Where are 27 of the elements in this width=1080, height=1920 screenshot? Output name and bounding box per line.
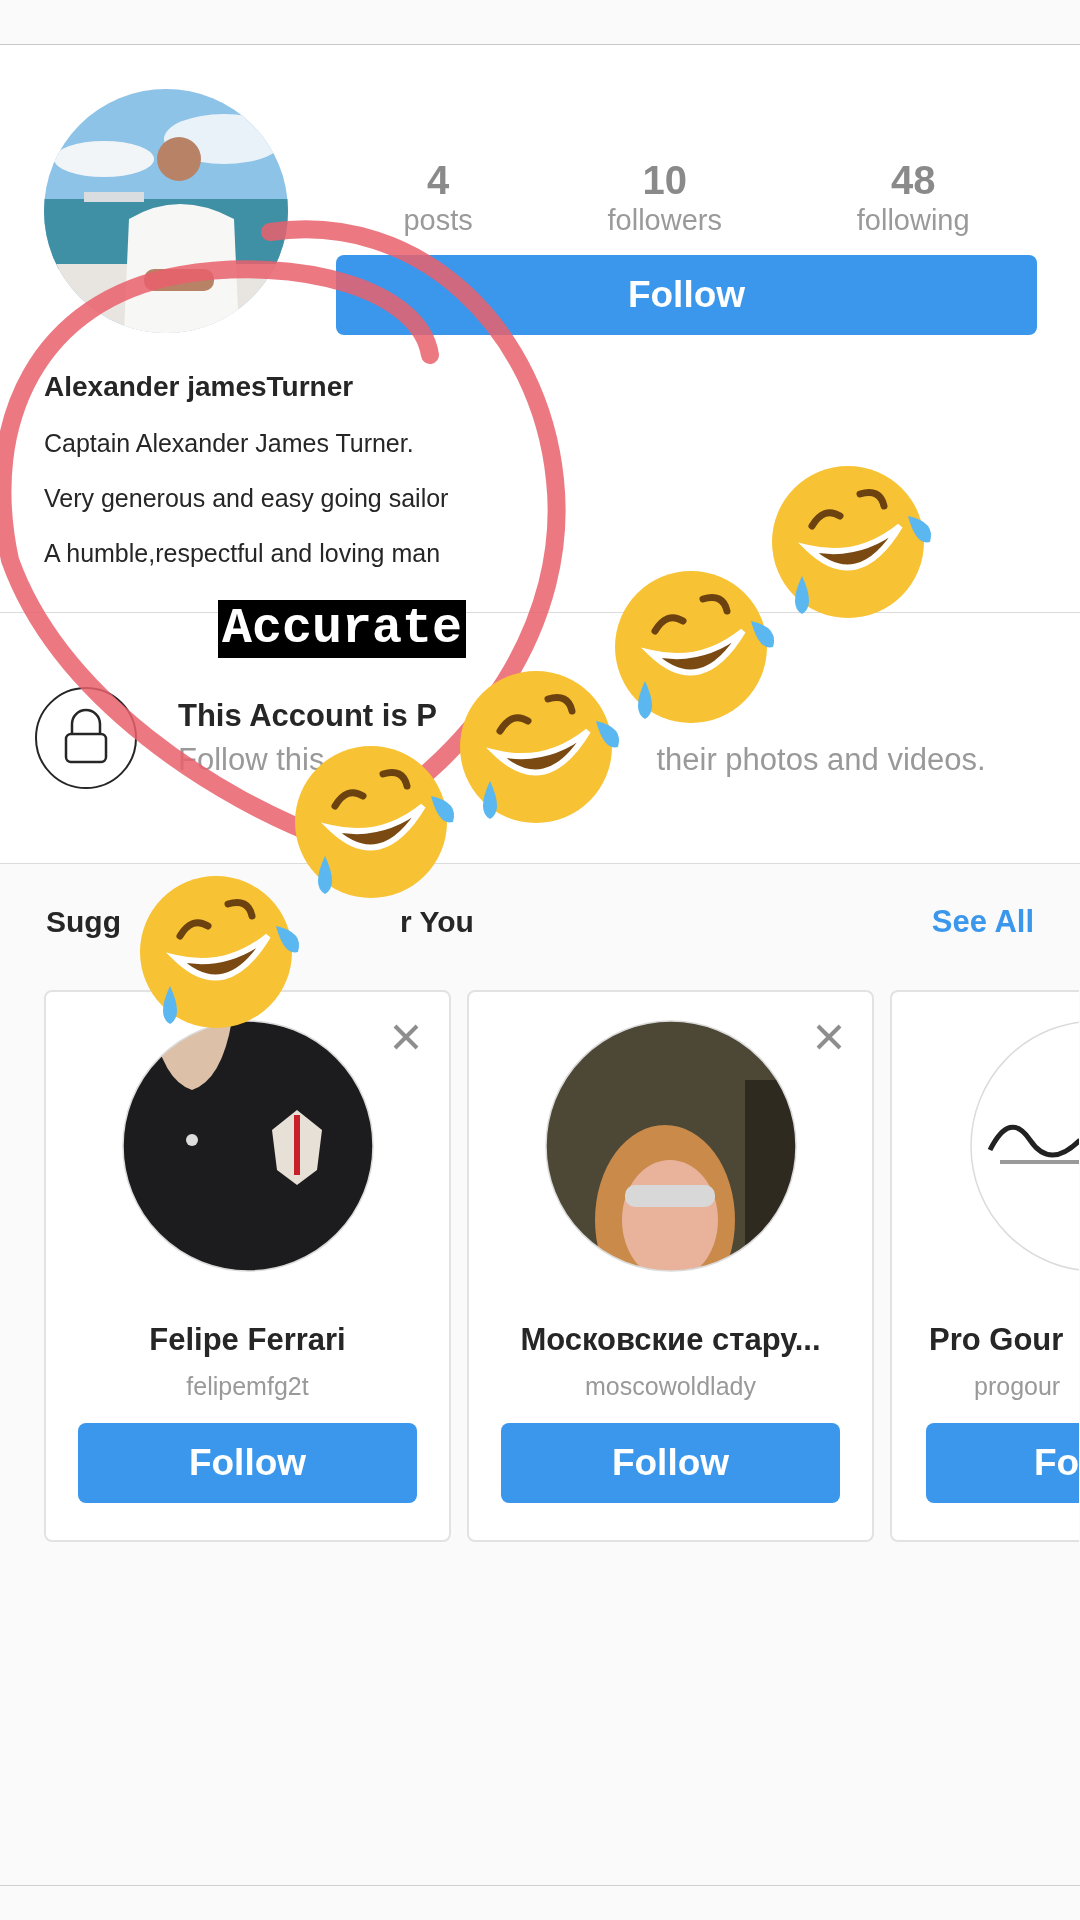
- private-account-text: their photos and videos.: [656, 742, 986, 778]
- bio-line: Very generous and easy going sailor: [44, 484, 450, 513]
- stat-label: followers: [607, 203, 722, 237]
- lock-icon: [34, 686, 138, 790]
- bio-line: A humble,respectful and loving man: [44, 539, 442, 568]
- suggestion-name: Pro Gour: [928, 1322, 1064, 1358]
- follow-button[interactable]: Follow: [501, 1423, 840, 1503]
- see-all-link[interactable]: See All: [931, 904, 1034, 940]
- stat-label: posts: [403, 203, 473, 237]
- profile-name: Alexander jamesTurner: [44, 371, 355, 403]
- bio-line: Captain Alexander James Turner.: [44, 429, 415, 458]
- suggestion-username: felipemfg2t: [186, 1372, 309, 1401]
- suggestion-username: progour: [973, 1372, 1061, 1401]
- stat-count: 10: [642, 157, 687, 203]
- suggestion-name: Московские стару...: [520, 1322, 821, 1358]
- sticker-label: Accurate: [218, 600, 467, 658]
- follow-button[interactable]: Fo: [926, 1423, 1079, 1503]
- suggestions-title: r You: [400, 905, 474, 939]
- stat-label: following: [856, 203, 970, 237]
- follow-button[interactable]: Follow: [78, 1423, 417, 1503]
- follow-button[interactable]: Follow: [336, 255, 1037, 335]
- suggestions-title: Sugg: [46, 905, 121, 939]
- stat-count: 4: [426, 157, 450, 203]
- suggestion-name: Felipe Ferrari: [149, 1322, 346, 1358]
- private-account-title: This Account is P: [178, 698, 437, 734]
- stat-count: 48: [890, 157, 936, 203]
- suggestion-username: moscowoldlady: [585, 1372, 756, 1401]
